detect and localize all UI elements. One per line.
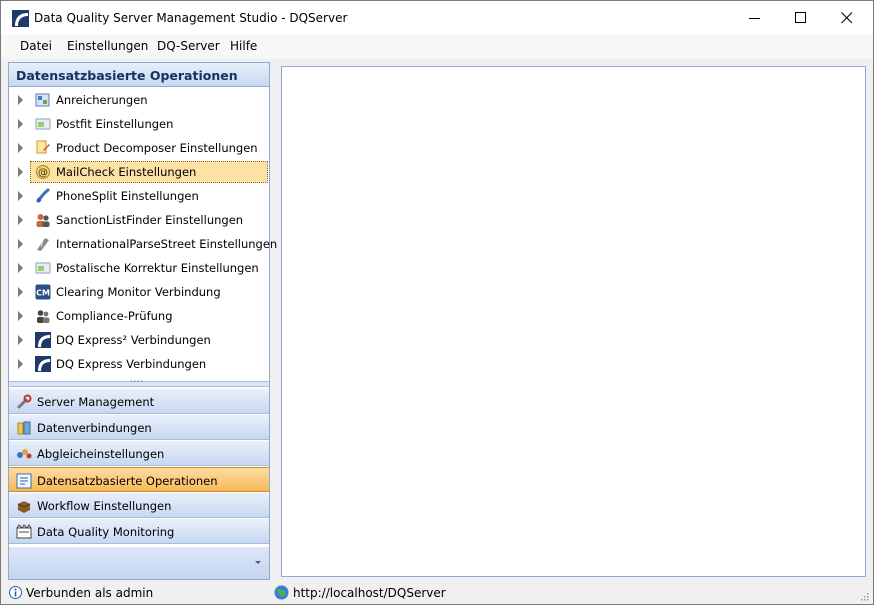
- expand-arrow-icon[interactable]: [18, 239, 23, 249]
- svg-text:CM: CM: [36, 289, 50, 298]
- tree-item-postfit[interactable]: Postfit Einstellungen: [9, 112, 269, 136]
- enrichment-icon: [35, 93, 50, 107]
- navigation-panel: Datensatzbasierte Operationen Anreicheru…: [8, 62, 277, 580]
- resize-grip-icon[interactable]: [859, 591, 869, 601]
- people-icon: [36, 214, 50, 227]
- svg-text:@: @: [38, 168, 48, 179]
- tree-item-product-decomposer[interactable]: Product Decomposer Einstellungen: [9, 136, 269, 160]
- product-decomposer-icon: [36, 140, 50, 154]
- tree-item-label: Product Decomposer Einstellungen: [56, 141, 258, 155]
- tree-item-label: DQ Express² Verbindungen: [56, 333, 211, 347]
- postfit-icon: [35, 118, 51, 130]
- server-url: http://localhost/DQServer: [293, 586, 446, 600]
- splitter-grip-icon: ····: [130, 377, 145, 386]
- nav-datenverbindungen[interactable]: Datenverbindungen: [9, 415, 269, 440]
- tree-item-sanctionlistfinder[interactable]: SanctionListFinder Einstellungen: [9, 208, 269, 232]
- menu-dq-server[interactable]: DQ-Server: [157, 39, 220, 53]
- expand-arrow-icon[interactable]: [18, 119, 23, 129]
- tree-item-label: Postfit Einstellungen: [56, 117, 174, 131]
- record-ops-icon: [16, 473, 32, 489]
- chevron-down-icon[interactable]: [255, 561, 261, 564]
- menu-einstellungen[interactable]: Einstellungen: [67, 39, 148, 53]
- panel-title: Datensatzbasierte Operationen: [16, 68, 238, 83]
- menu-bar: Datei Einstellungen DQ-Server Hilfe: [1, 35, 873, 59]
- maximize-button[interactable]: [778, 1, 824, 35]
- operations-tree: Anreicherungen Postfit Einstellungen Pro…: [9, 88, 277, 381]
- nav-label: Datenverbindungen: [37, 421, 152, 435]
- tree-item-dq-express2[interactable]: DQ Express² Verbindungen: [9, 328, 269, 352]
- wrench-icon: [17, 394, 32, 409]
- globe-icon: [274, 585, 289, 600]
- menu-hilfe[interactable]: Hilfe: [230, 39, 257, 53]
- expand-arrow-icon[interactable]: [18, 287, 23, 297]
- panel-header: Datensatzbasierte Operationen: [9, 63, 269, 87]
- street-icon: [37, 238, 49, 251]
- matching-icon: [17, 449, 32, 459]
- maximize-icon: [795, 12, 806, 23]
- expand-arrow-icon[interactable]: [18, 263, 23, 273]
- nav-label: Datensatzbasierte Operationen: [37, 474, 218, 488]
- tree-item-label: Anreicherungen: [56, 93, 148, 107]
- connection-status: Verbunden als admin: [26, 586, 154, 600]
- tree-item-label: SanctionListFinder Einstellungen: [56, 213, 244, 227]
- tree-item-label: Compliance-Prüfung: [56, 309, 173, 323]
- tree-item-label: DQ Express Verbindungen: [56, 357, 207, 371]
- compliance-icon: [37, 310, 50, 323]
- tree-item-label: Postalische Korrektur Einstellungen: [56, 261, 259, 275]
- tree-item-phonesplit[interactable]: PhoneSplit Einstellungen: [9, 184, 269, 208]
- title-bar[interactable]: Data Quality Server Management Studio - …: [1, 1, 873, 35]
- nav-abgleicheinstellungen[interactable]: Abgleicheinstellungen: [9, 441, 269, 466]
- expand-arrow-icon[interactable]: [18, 311, 23, 321]
- app-window: Data Quality Server Management Studio - …: [0, 0, 874, 605]
- close-button[interactable]: [824, 1, 870, 35]
- tree-item-label: InternationalParseStreet Einstellungen: [56, 237, 278, 251]
- phone-icon: [36, 188, 50, 203]
- nav-datensatzbasierte-operationen[interactable]: Datensatzbasierte Operationen: [9, 467, 269, 492]
- nav-data-quality-monitoring[interactable]: Data Quality Monitoring: [9, 519, 269, 544]
- cm-icon: CM: [35, 284, 51, 300]
- tree-item-clearing-monitor[interactable]: CM Clearing Monitor Verbindung: [9, 280, 269, 304]
- workflow-icon: [17, 501, 31, 513]
- minimize-button[interactable]: [732, 1, 778, 35]
- nav-workflow-einstellungen[interactable]: Workflow Einstellungen: [9, 493, 269, 518]
- panel-splitter[interactable]: ····: [9, 377, 269, 387]
- postal-correction-icon: [35, 262, 51, 274]
- monitoring-icon: [16, 524, 32, 539]
- app-logo-icon: [12, 10, 29, 27]
- database-icon: [17, 421, 31, 435]
- status-bar: Verbunden als admin http://localhost/DQS…: [1, 582, 873, 604]
- nav-label: Abgleicheinstellungen: [37, 447, 165, 461]
- tree-item-internationalparsestreet[interactable]: InternationalParseStreet Einstellungen: [9, 232, 277, 256]
- nav-label: Server Management: [37, 395, 155, 409]
- at-sign-icon: @: [36, 165, 50, 179]
- nav-label: Data Quality Monitoring: [37, 525, 175, 539]
- minimize-icon: [749, 18, 760, 19]
- expand-arrow-icon[interactable]: [18, 95, 23, 105]
- dq-logo-icon: [35, 332, 51, 348]
- tree-item-compliance[interactable]: Compliance-Prüfung: [9, 304, 269, 328]
- nav-overflow-area[interactable]: [9, 547, 269, 579]
- expand-arrow-icon[interactable]: [18, 215, 23, 225]
- expand-arrow-icon[interactable]: [18, 359, 23, 369]
- tree-item-label: PhoneSplit Einstellungen: [56, 189, 199, 203]
- close-icon: [841, 12, 853, 24]
- tree-item-mailcheck[interactable]: @ MailCheck Einstellungen: [9, 160, 269, 184]
- tree-item-label: MailCheck Einstellungen: [56, 165, 197, 179]
- window-title: Data Quality Server Management Studio - …: [34, 11, 348, 25]
- dq-logo-icon: [35, 356, 51, 372]
- expand-arrow-icon[interactable]: [18, 143, 23, 153]
- nav-server-management[interactable]: Server Management: [9, 389, 269, 414]
- nav-label: Workflow Einstellungen: [37, 499, 172, 513]
- tree-item-label: Clearing Monitor Verbindung: [56, 285, 221, 299]
- tree-item-dq-express[interactable]: DQ Express Verbindungen: [9, 352, 269, 376]
- main-content-area: [281, 66, 866, 577]
- menu-datei[interactable]: Datei: [20, 39, 52, 53]
- expand-arrow-icon[interactable]: [18, 191, 23, 201]
- expand-arrow-icon[interactable]: [18, 167, 23, 177]
- expand-arrow-icon[interactable]: [18, 335, 23, 345]
- tree-item-postalische-korrektur[interactable]: Postalische Korrektur Einstellungen: [9, 256, 269, 280]
- info-icon: [9, 586, 22, 599]
- tree-item-anreicherungen[interactable]: Anreicherungen: [9, 88, 269, 112]
